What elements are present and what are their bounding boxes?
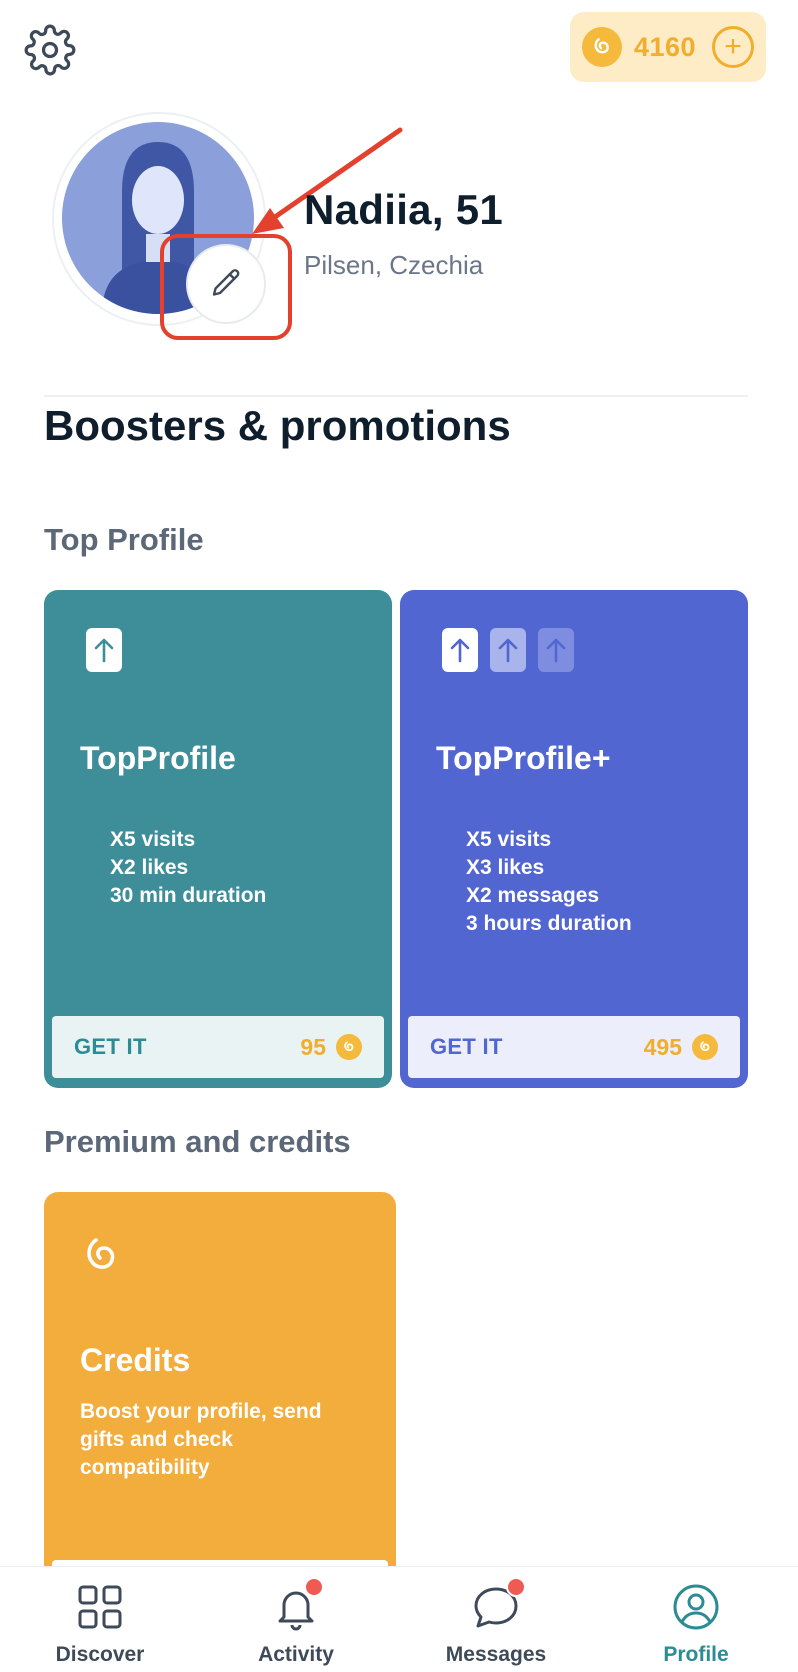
credits-logo-icon	[87, 1238, 115, 1269]
arrow-up-icon	[538, 628, 574, 672]
feature-item: 3 hours duration	[466, 912, 632, 935]
settings-button[interactable]	[24, 24, 76, 76]
nav-label: Discover	[55, 1643, 145, 1666]
grid-icon	[74, 1581, 126, 1633]
nav-discover[interactable]: Discover	[0, 1567, 200, 1672]
nav-label: Profile	[663, 1643, 729, 1666]
feature-item: X5 visits	[466, 828, 552, 851]
coins-value: 4160	[634, 31, 697, 62]
feature-item: X5 visits	[110, 828, 196, 851]
feature-item: X3 likes	[466, 856, 545, 879]
feature-item: 30 min duration	[110, 884, 267, 907]
coin-icon	[692, 1034, 718, 1060]
topprofile-plus-card[interactable]: TopProfile+ X5 visits X3 likes X2 messag…	[400, 590, 748, 1088]
coin-icon	[582, 27, 622, 67]
gear-icon	[24, 24, 76, 76]
get-it-label: GET IT	[430, 1034, 503, 1059]
feature-list: X5 visits X2 likes 30 min duration	[110, 826, 266, 910]
feature-list: X5 visits X3 likes X2 messages 3 hours d…	[466, 826, 632, 938]
feature-item: X2 messages	[466, 884, 600, 907]
edit-highlight-box	[160, 234, 292, 340]
add-coins-button[interactable]: +	[712, 26, 754, 68]
top-profile-heading: Top Profile	[44, 522, 204, 557]
get-it-button[interactable]: GET IT 95	[52, 1016, 384, 1078]
section-title: Boosters & promotions	[44, 402, 511, 449]
topprofile-card[interactable]: TopProfile X5 visits X2 likes 30 min dur…	[44, 590, 392, 1088]
coins-balance[interactable]: 4160 +	[570, 12, 766, 82]
nav-label: Activity	[258, 1643, 334, 1666]
nav-label: Messages	[445, 1643, 547, 1666]
price: 495	[643, 1033, 682, 1060]
coin-icon	[336, 1034, 362, 1060]
bottom-nav: Discover Activity Messages Profile	[0, 1566, 798, 1672]
get-it-button[interactable]: GET IT 495	[408, 1016, 740, 1078]
arrow-up-icon	[490, 628, 526, 672]
nav-profile[interactable]: Profile	[596, 1567, 796, 1672]
arrow-up-icon	[86, 628, 122, 672]
credits-description: Boost your profile, send gifts and check…	[80, 1400, 322, 1479]
notification-dot	[506, 1577, 526, 1597]
chat-bubble-icon	[470, 1577, 526, 1633]
premium-heading: Premium and credits	[44, 1124, 351, 1159]
bell-icon	[270, 1577, 324, 1633]
nav-activity[interactable]: Activity	[196, 1567, 396, 1672]
card-title: TopProfile+	[436, 740, 611, 776]
nav-messages[interactable]: Messages	[396, 1567, 596, 1672]
credits-title: Credits	[80, 1342, 191, 1378]
get-it-label: GET IT	[74, 1034, 147, 1059]
arrow-up-icon	[442, 628, 478, 672]
plus-circle-icon: +	[724, 30, 742, 63]
divider	[44, 395, 748, 397]
notification-dot	[304, 1577, 324, 1597]
profile-location: Pilsen, Czechia	[304, 250, 484, 280]
profile-name: Nadiia, 51	[304, 186, 504, 233]
card-title: TopProfile	[80, 740, 236, 776]
feature-item: X2 likes	[110, 856, 189, 879]
user-circle-icon	[670, 1581, 722, 1633]
price: 95	[300, 1033, 326, 1060]
